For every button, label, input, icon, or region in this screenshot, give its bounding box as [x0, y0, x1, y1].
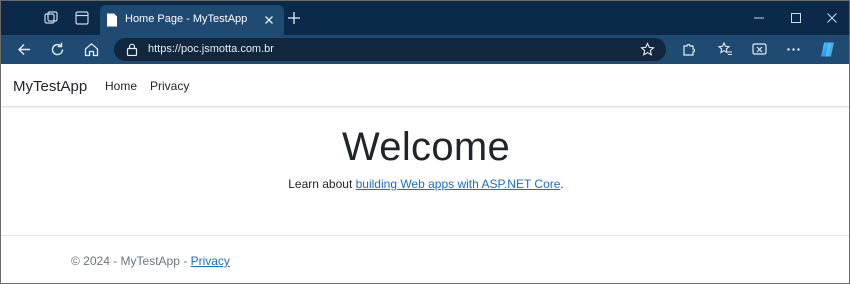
- nav-link-privacy[interactable]: Privacy: [150, 79, 189, 93]
- site-brand[interactable]: MyTestApp: [13, 78, 87, 95]
- tab-strip: Home Page - MyTestApp: [1, 1, 849, 35]
- page-favicon: [107, 13, 117, 27]
- home-icon[interactable]: [83, 41, 100, 58]
- main-content: Welcome Learn about building Web apps wi…: [1, 107, 849, 235]
- minimize-icon[interactable]: [753, 12, 765, 24]
- tab-home-page[interactable]: Home Page - MyTestApp: [100, 5, 284, 35]
- workspaces-icon[interactable]: [43, 10, 59, 26]
- close-window-icon[interactable]: [826, 12, 838, 24]
- extensions-icon[interactable]: [680, 41, 697, 58]
- learn-prefix: Learn about: [288, 177, 356, 191]
- favorite-star-icon[interactable]: [640, 42, 655, 57]
- site-footer: © 2024 - MyTestApp - Privacy: [1, 235, 849, 283]
- back-icon[interactable]: [16, 41, 33, 58]
- screenshot-icon[interactable]: [751, 41, 768, 58]
- maximize-icon[interactable]: [790, 12, 802, 24]
- copilot-icon[interactable]: [819, 41, 836, 58]
- learn-text: Learn about building Web apps with ASP.N…: [1, 177, 849, 191]
- lock-icon[interactable]: [126, 43, 138, 56]
- learn-suffix: .: [560, 177, 564, 191]
- address-bar[interactable]: https://poc.jsmotta.com.br: [114, 38, 666, 61]
- refresh-icon[interactable]: [49, 41, 66, 58]
- browser-toolbar: https://poc.jsmotta.com.br: [1, 35, 849, 64]
- tab-actions-icon[interactable]: [74, 10, 90, 26]
- favorites-icon[interactable]: [717, 41, 734, 58]
- close-tab-icon[interactable]: [262, 13, 276, 27]
- new-tab-icon[interactable]: [287, 11, 301, 25]
- footer-text: © 2024 - MyTestApp - Privacy: [71, 254, 230, 268]
- site-navbar: MyTestApp Home Privacy: [1, 64, 849, 107]
- browser-window: Home Page - MyTestApp https://poc.jsmott…: [0, 0, 850, 284]
- nav-link-home[interactable]: Home: [105, 79, 137, 93]
- welcome-heading: Welcome: [341, 125, 511, 169]
- tab-title: Home Page - MyTestApp: [125, 13, 248, 25]
- more-icon[interactable]: [785, 41, 802, 58]
- footer-copyright: © 2024 - MyTestApp -: [71, 254, 191, 268]
- footer-privacy-link[interactable]: Privacy: [191, 254, 230, 268]
- aspnet-docs-link[interactable]: building Web apps with ASP.NET Core: [356, 177, 561, 191]
- url-text[interactable]: https://poc.jsmotta.com.br: [148, 43, 274, 55]
